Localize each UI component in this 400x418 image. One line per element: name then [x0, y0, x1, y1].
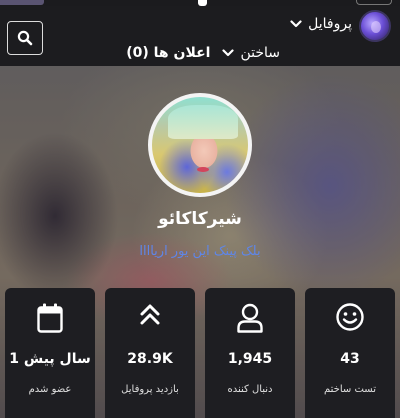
user-icon	[237, 303, 263, 333]
stat-card-member-since[interactable]: 1 سال پیش عضو شدم	[5, 288, 95, 418]
toolbar-button-right[interactable]	[356, 0, 392, 5]
stat-label: تست ساختم	[324, 384, 376, 395]
stat-value: 43	[340, 351, 360, 367]
secondary-nav: ساختن اعلان ها (0)	[120, 42, 280, 64]
create-menu[interactable]: ساختن	[222, 45, 280, 61]
stat-value: 28.9K	[127, 351, 173, 367]
search-button[interactable]	[7, 21, 43, 55]
profile-stats: 43 تست ساختم 1,945 دنبال کننده 28.9K باز	[5, 288, 395, 418]
profile-display-name: شیرکاکائو	[158, 209, 242, 229]
profile-menu[interactable]: پروفایل	[290, 16, 352, 32]
chevron-down-icon	[222, 49, 235, 57]
double-chevron-up-icon	[140, 304, 160, 325]
create-menu-label: ساختن	[240, 45, 280, 61]
calendar-icon	[37, 303, 63, 333]
user-avatar[interactable]	[359, 10, 391, 42]
profile-menu-label: پروفایل	[308, 16, 352, 32]
stat-card-tests[interactable]: 43 تست ساختم	[305, 288, 395, 418]
stat-label: دنبال کننده	[227, 384, 273, 395]
profile-bio[interactable]: بلک پینک این یور اریاااا	[0, 244, 400, 259]
profile-avatar	[148, 93, 252, 197]
smile-icon	[336, 303, 364, 331]
site-header: پروفایل ساختن اعلان ها (0)	[0, 6, 400, 66]
stat-label: بازدید پروفایل	[121, 384, 179, 395]
stat-card-followers[interactable]: 1,945 دنبال کننده	[205, 288, 295, 418]
chevron-down-icon	[290, 20, 302, 28]
notifications-link[interactable]: اعلان ها (0)	[126, 45, 210, 61]
profile-hero: شیرکاکائو بلک پینک این یور اریاااا 43 تس…	[0, 66, 400, 418]
stat-value: 1,945	[227, 351, 273, 367]
stat-value: 1 سال پیش	[9, 351, 91, 367]
notifications-label: اعلان ها (0)	[126, 45, 211, 61]
stat-label: عضو شدم	[28, 384, 72, 395]
toolbar-button-left[interactable]	[0, 0, 44, 5]
search-icon	[17, 30, 33, 46]
stat-card-profile-views[interactable]: 28.9K بازدید پروفایل	[105, 288, 195, 418]
